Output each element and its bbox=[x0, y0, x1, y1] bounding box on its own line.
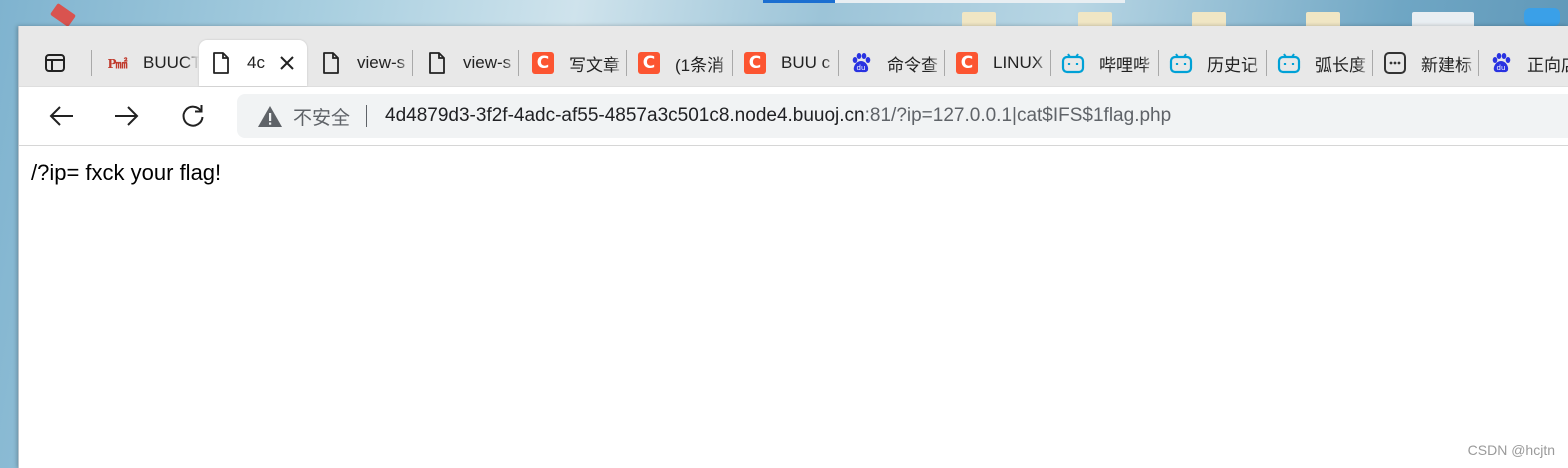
security-status-label[interactable]: 不安全 bbox=[293, 103, 350, 130]
tab-csdn-messages[interactable]: C (1条消 bbox=[627, 40, 731, 86]
folder-icon bbox=[1078, 12, 1112, 26]
csdn-icon: C bbox=[743, 51, 767, 75]
taskbar-indicator bbox=[835, 0, 1125, 3]
desktop-app-icon bbox=[1524, 8, 1560, 26]
bilibili-icon bbox=[1277, 51, 1301, 75]
new-tab-icon bbox=[1383, 51, 1407, 75]
tab-separator bbox=[91, 50, 92, 76]
tab-separator bbox=[412, 50, 413, 76]
close-tab-button[interactable] bbox=[277, 55, 297, 71]
tab-title: 写文章 bbox=[569, 55, 620, 75]
tab-title: 4c bbox=[247, 53, 265, 72]
tab-actions-icon bbox=[45, 54, 65, 72]
tab-new-tab[interactable]: 新建标 bbox=[1373, 40, 1477, 86]
tab-baidu-command[interactable]: du 命令查 bbox=[839, 40, 943, 86]
buuctf-logo-icon: P㎟ bbox=[107, 56, 127, 71]
tab-title: view-s bbox=[357, 53, 406, 72]
svg-text:du: du bbox=[1497, 64, 1506, 72]
tab-title: 哔哩哔 bbox=[1099, 55, 1150, 75]
close-icon bbox=[280, 56, 294, 70]
tab-csdn-buu[interactable]: C BUU c bbox=[733, 40, 837, 86]
tab-title: LINUX bbox=[993, 53, 1044, 72]
tab-separator bbox=[518, 50, 519, 76]
tab-buuctf[interactable]: P㎟ BUUCT bbox=[95, 40, 199, 86]
browser-window: P㎟ BUUCT 4c view-s view-s C 写文章 C (1条消 C… bbox=[18, 26, 1568, 468]
tab-title: (1条消 bbox=[675, 55, 725, 75]
reload-icon bbox=[182, 105, 204, 127]
csdn-icon: C bbox=[637, 51, 661, 75]
tab-title: 弧长度 bbox=[1315, 55, 1366, 75]
tab-title: 历史记 bbox=[1207, 55, 1258, 75]
tab-view-source[interactable]: view-s bbox=[309, 40, 411, 86]
forward-button[interactable] bbox=[107, 97, 147, 135]
tab-title: 命令查 bbox=[887, 55, 938, 75]
tab-title: 正向店 bbox=[1527, 55, 1568, 75]
folder-icon bbox=[1192, 12, 1226, 26]
tab-title: 新建标 bbox=[1421, 55, 1472, 75]
tab-bilibili-arc-length[interactable]: 弧长度 bbox=[1267, 40, 1371, 86]
arrow-left-icon bbox=[49, 106, 73, 126]
tab-strip: P㎟ BUUCT 4c view-s view-s C 写文章 C (1条消 C… bbox=[19, 26, 1568, 87]
desktop-shortcut-icon bbox=[49, 2, 77, 28]
desktop-file-icon bbox=[1412, 12, 1474, 26]
watermark: CSDN @hcjtn bbox=[1467, 442, 1555, 458]
tab-title: BUU c bbox=[781, 53, 831, 72]
reload-button[interactable] bbox=[173, 97, 213, 135]
url-host: 4d4879d3-3f2f-4adc-af55-4857a3c501c8.nod… bbox=[385, 105, 865, 126]
tab-bilibili[interactable]: 哔哩哔 bbox=[1051, 40, 1157, 86]
url-text[interactable]: 4d4879d3-3f2f-4adc-af55-4857a3c501c8.nod… bbox=[385, 105, 1171, 127]
tab-bilibili-history[interactable]: 历史记 bbox=[1159, 40, 1265, 86]
url-path: :81/?ip=127.0.0.1|cat$IFS$1flag.php bbox=[864, 105, 1172, 126]
baidu-icon: du bbox=[849, 51, 873, 75]
arrow-right-icon bbox=[115, 106, 139, 126]
tab-baidu-forward[interactable]: du 正向店 bbox=[1479, 40, 1568, 86]
page-body-text: /?ip= fxck your flag! bbox=[31, 160, 222, 185]
tab-title: view-s bbox=[463, 53, 512, 72]
bilibili-icon bbox=[1169, 51, 1193, 75]
bilibili-icon bbox=[1061, 51, 1085, 75]
csdn-icon: C bbox=[531, 51, 555, 75]
tab-view-source[interactable]: view-s bbox=[415, 40, 517, 86]
page-icon bbox=[425, 51, 449, 75]
page-icon bbox=[319, 51, 343, 75]
tab-csdn-linux[interactable]: C LINUX bbox=[945, 40, 1049, 86]
back-button[interactable] bbox=[41, 97, 81, 135]
warning-icon[interactable] bbox=[257, 104, 283, 128]
navigation-toolbar: 不安全 4d4879d3-3f2f-4adc-af55-4857a3c501c8… bbox=[19, 87, 1568, 146]
csdn-icon: C bbox=[955, 51, 979, 75]
baidu-icon: du bbox=[1489, 51, 1513, 75]
tab-actions-button[interactable] bbox=[31, 46, 79, 80]
svg-text:du: du bbox=[857, 64, 866, 72]
address-divider bbox=[366, 105, 368, 127]
tab-csdn-write[interactable]: C 写文章 bbox=[521, 40, 625, 86]
tab-title: BUUCT bbox=[143, 53, 199, 72]
tab-active[interactable]: 4c bbox=[199, 40, 307, 86]
desktop-background bbox=[0, 0, 1568, 28]
page-icon bbox=[209, 51, 233, 75]
folder-icon bbox=[962, 12, 996, 26]
address-bar[interactable]: 不安全 4d4879d3-3f2f-4adc-af55-4857a3c501c8… bbox=[237, 94, 1568, 138]
page-content: /?ip= fxck your flag! CSDN @hcjtn bbox=[19, 146, 1568, 468]
folder-icon bbox=[1306, 12, 1340, 26]
taskbar-indicator bbox=[763, 0, 835, 3]
